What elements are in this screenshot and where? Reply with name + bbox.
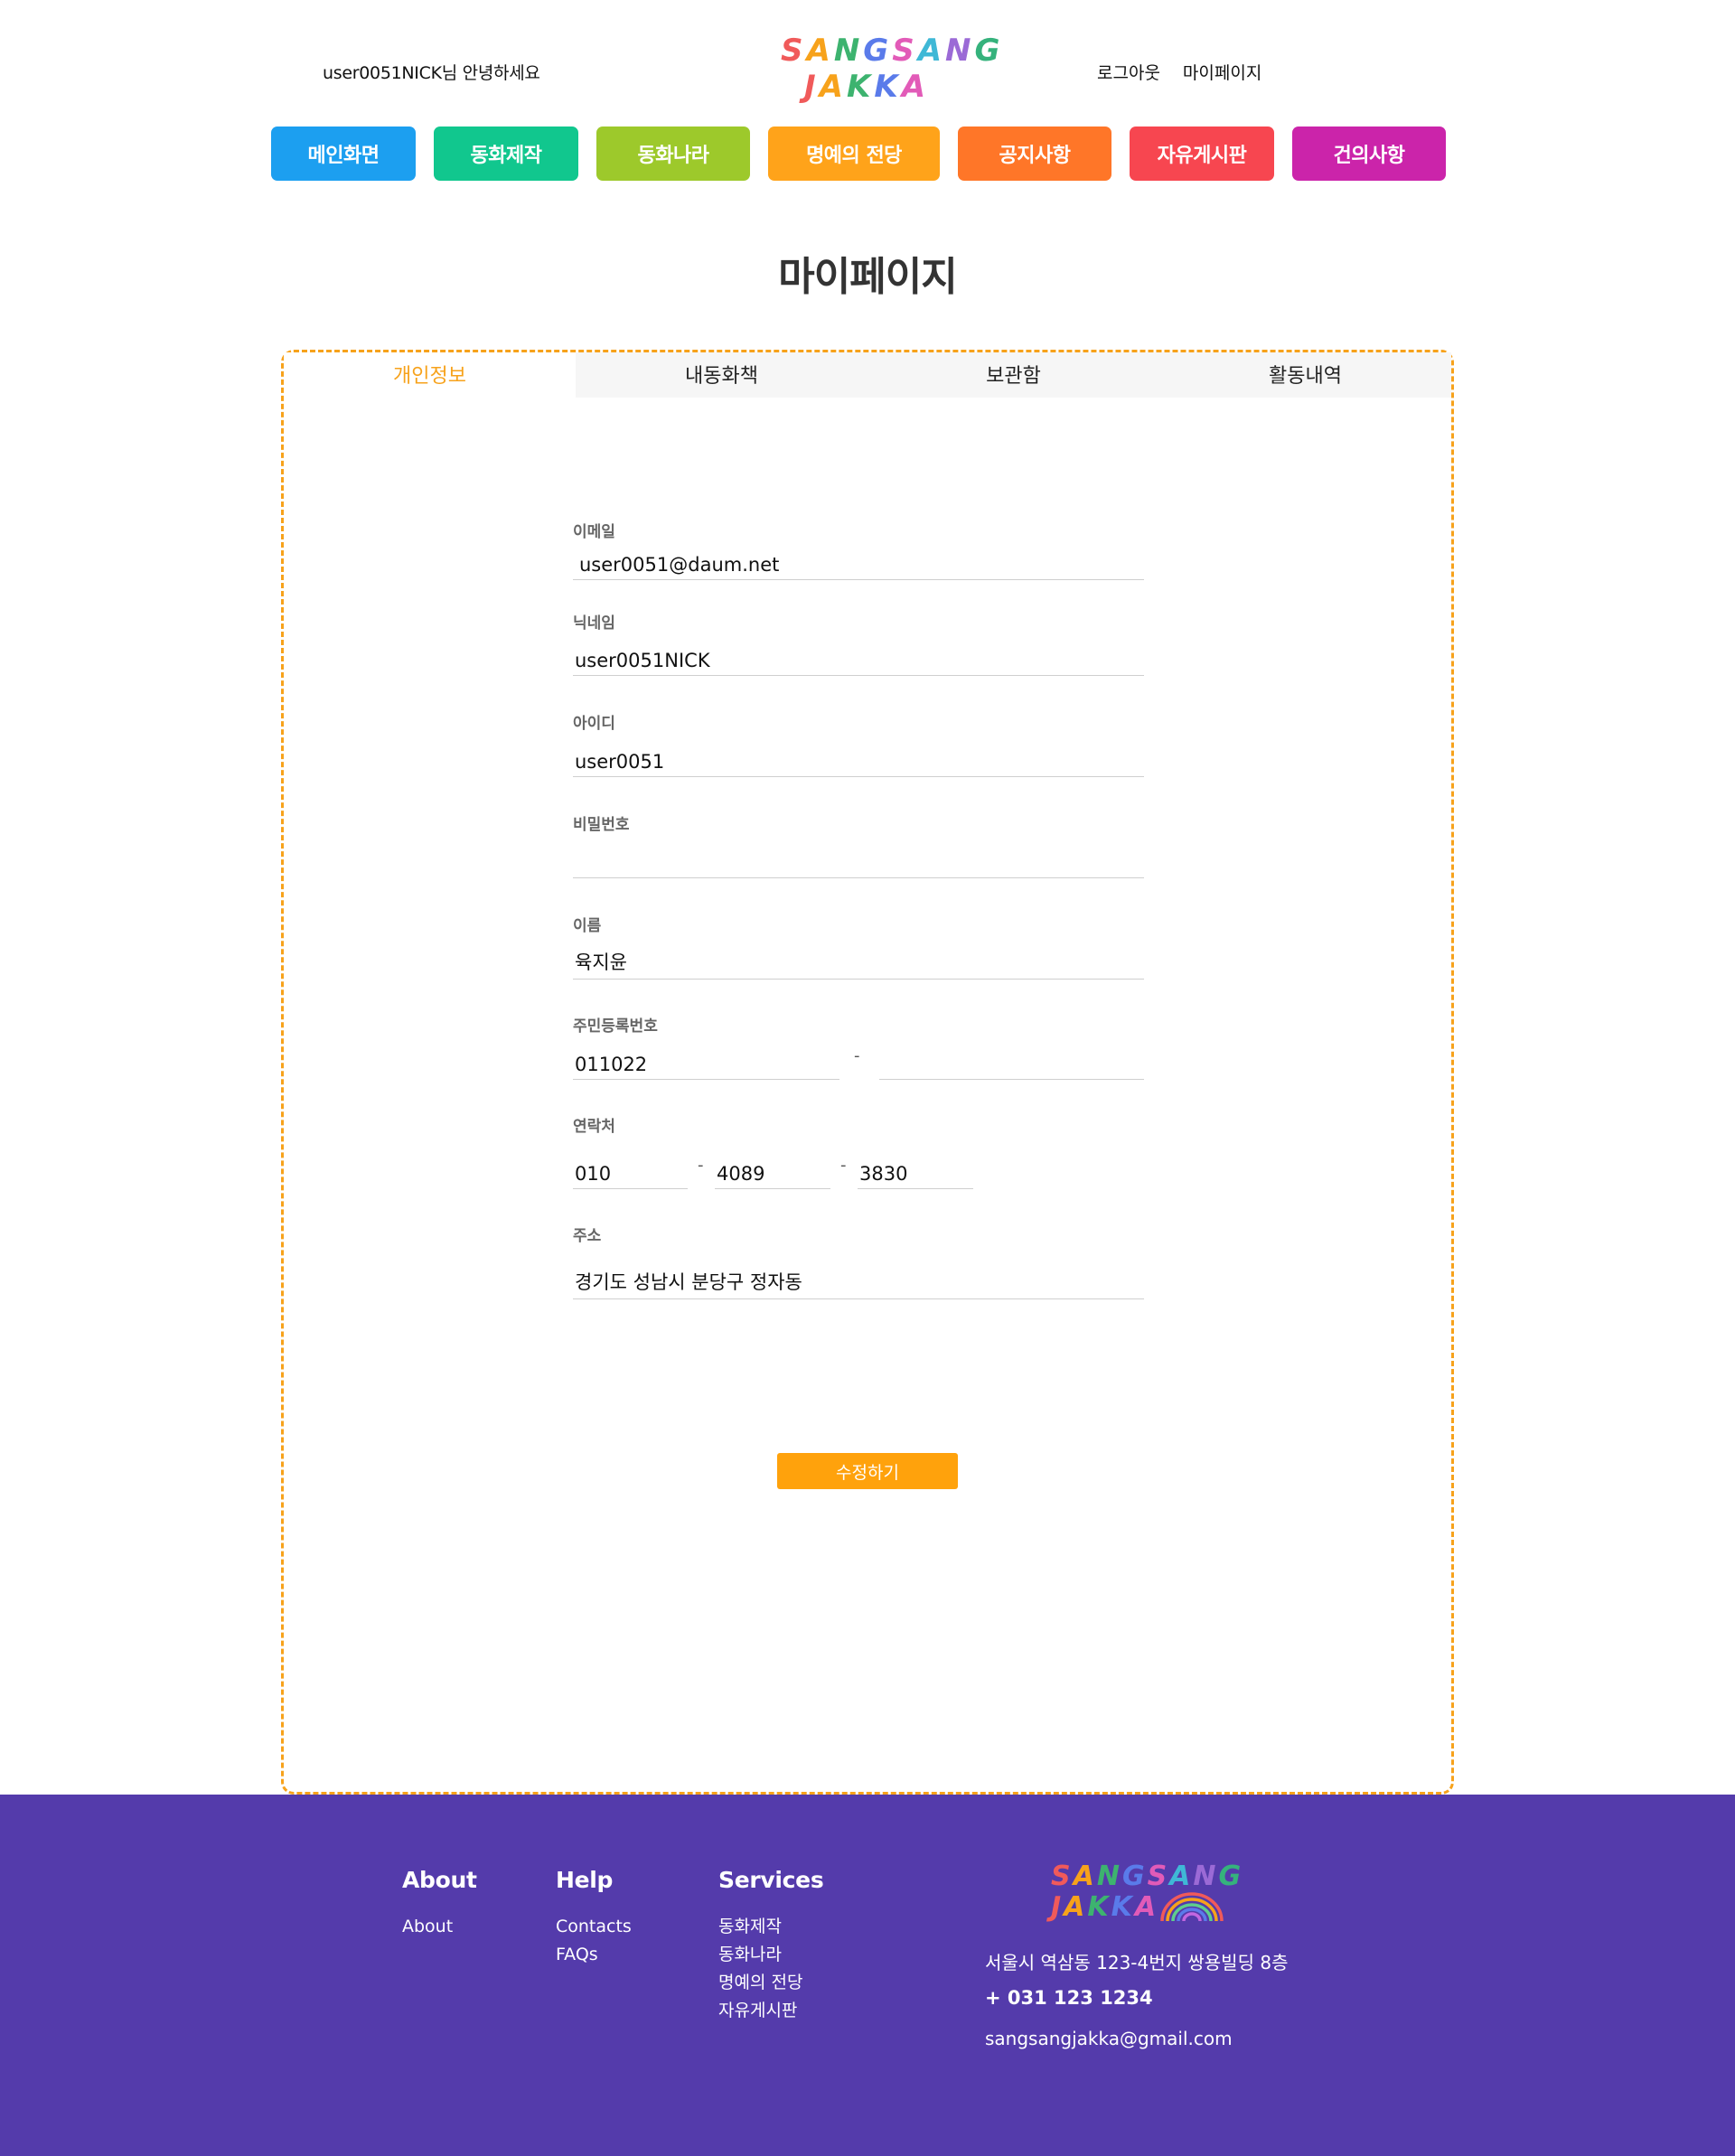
logo-letter: K	[874, 69, 902, 105]
footer-logo-line-1: SANGSANG	[1051, 1861, 1241, 1892]
rrn-label: 주민등록번호	[573, 1017, 658, 1036]
logo-line-1: SANGSANG	[781, 33, 999, 69]
rrn-back-field[interactable]	[879, 1053, 1144, 1080]
phone-part-2-field[interactable]: 4089	[715, 1162, 830, 1189]
footer-about-column: About About	[402, 1867, 477, 1941]
logo-letter: N	[945, 33, 975, 69]
name-label: 이름	[573, 917, 602, 935]
logo-letter: K	[846, 69, 875, 105]
logo-letter: S	[781, 33, 807, 69]
site-logo[interactable]: SANGSANG JAKKA	[781, 33, 999, 105]
footer-help-heading: Help	[556, 1867, 614, 1893]
mypage-link[interactable]: 마이페이지	[1183, 60, 1261, 84]
tab-bar: 개인정보 내동화책 보관함 활동내역	[284, 352, 1451, 398]
page-title: 마이페이지	[778, 254, 957, 300]
rainbow-icon	[1160, 1892, 1224, 1922]
logo-letter: A	[806, 33, 834, 69]
logo-letter: A	[917, 33, 946, 69]
logo-letter: G	[1218, 1861, 1244, 1892]
logo-letter: A	[819, 69, 847, 105]
id-field[interactable]: user0051	[573, 750, 1144, 777]
greeting-text: user0051NICK님 안녕하세요	[323, 63, 540, 83]
footer-link-create-story[interactable]: 동화제작	[718, 1913, 823, 1941]
footer-link-story-land[interactable]: 동화나라	[718, 1941, 823, 1969]
footer-help-column: Help Contacts FAQs	[556, 1867, 632, 1969]
logo-letter: K	[1087, 1891, 1111, 1923]
logo-letter: G	[974, 33, 1004, 69]
edit-submit-button[interactable]: 수정하기	[777, 1453, 958, 1489]
logo-letter: S	[1147, 1861, 1170, 1892]
rrn-separator: -	[854, 1046, 860, 1065]
nav-button-free-board[interactable]: 자유게시판	[1130, 127, 1274, 181]
tab-personal-info[interactable]: 개인정보	[284, 352, 576, 398]
tab-my-storybooks[interactable]: 내동화책	[576, 352, 868, 398]
nav-button-notice[interactable]: 공지사항	[958, 127, 1111, 181]
footer-services-column: Services 동화제작 동화나라 명예의 전당 자유게시판	[718, 1867, 824, 2025]
name-field[interactable]: 육지윤	[573, 951, 1144, 980]
footer-link-contacts[interactable]: Contacts	[556, 1913, 632, 1941]
tab-storage[interactable]: 보관함	[868, 352, 1159, 398]
logo-letter: J	[1051, 1891, 1064, 1923]
logo-letter: J	[803, 69, 820, 105]
email-field[interactable]: user0051@daum.net	[573, 553, 1144, 580]
logout-link[interactable]: 로그아웃	[1097, 60, 1160, 84]
tab-activity[interactable]: 활동내역	[1159, 352, 1451, 398]
phone-separator-1: -	[698, 1156, 704, 1175]
logo-letter: N	[833, 33, 864, 69]
logo-letter: N	[1193, 1861, 1219, 1892]
logo-letter: S	[1051, 1861, 1074, 1892]
phone-separator-2: -	[840, 1156, 847, 1175]
password-field[interactable]	[573, 851, 1144, 878]
nickname-field[interactable]: user0051NICK	[573, 649, 1144, 676]
nav-button-story-land[interactable]: 동화나라	[596, 127, 750, 181]
footer-phone: + 031 123 1234	[985, 1987, 1153, 2009]
phone-label: 연락처	[573, 1118, 615, 1136]
nav-button-main[interactable]: 메인화면	[271, 127, 416, 181]
nav-button-suggestions[interactable]: 건의사항	[1292, 127, 1446, 181]
logo-letter: N	[1096, 1861, 1122, 1892]
logo-letter: A	[1169, 1861, 1194, 1892]
footer-link-faqs[interactable]: FAQs	[556, 1941, 632, 1969]
rrn-front-field[interactable]: 011022	[573, 1053, 839, 1080]
logo-letter: G	[863, 33, 893, 69]
footer: About About Help Contacts FAQs Services …	[0, 1795, 1735, 2156]
address-field[interactable]: 경기도 성남시 분당구 정자동	[573, 1271, 1144, 1299]
logo-letter: G	[1121, 1861, 1148, 1892]
password-label: 비밀번호	[573, 816, 630, 834]
footer-services-heading: Services	[718, 1867, 824, 1893]
footer-link-about[interactable]: About	[402, 1913, 477, 1941]
logo-letter: K	[1111, 1891, 1135, 1923]
footer-link-hall-of-fame[interactable]: 명예의 전당	[718, 1969, 823, 1997]
nickname-label: 닉네임	[573, 614, 615, 633]
email-label: 이메일	[573, 523, 615, 541]
logo-letter: A	[901, 69, 930, 105]
footer-about-heading: About	[402, 1867, 477, 1893]
address-label: 주소	[573, 1227, 602, 1245]
phone-part-3-field[interactable]: 3830	[858, 1162, 973, 1189]
logo-letter: A	[1064, 1891, 1088, 1923]
footer-address: 서울시 역삼동 123-4번지 쌍용빌딩 8층	[985, 1952, 1289, 1973]
logo-letter: A	[1073, 1861, 1097, 1892]
id-label: 아이디	[573, 715, 615, 733]
footer-email[interactable]: sangsangjakka@gmail.com	[985, 2028, 1233, 2049]
top-links: 로그아웃 마이페이지	[1097, 60, 1261, 84]
logo-letter: S	[892, 33, 918, 69]
phone-part-1-field[interactable]: 010	[573, 1162, 688, 1189]
footer-link-free-board[interactable]: 자유게시판	[718, 1997, 823, 2025]
logo-line-2: JAKKA	[781, 69, 952, 105]
nav-button-hall-of-fame[interactable]: 명예의 전당	[768, 127, 940, 181]
nav-button-create-story[interactable]: 동화제작	[434, 127, 578, 181]
logo-letter: A	[1134, 1891, 1159, 1923]
